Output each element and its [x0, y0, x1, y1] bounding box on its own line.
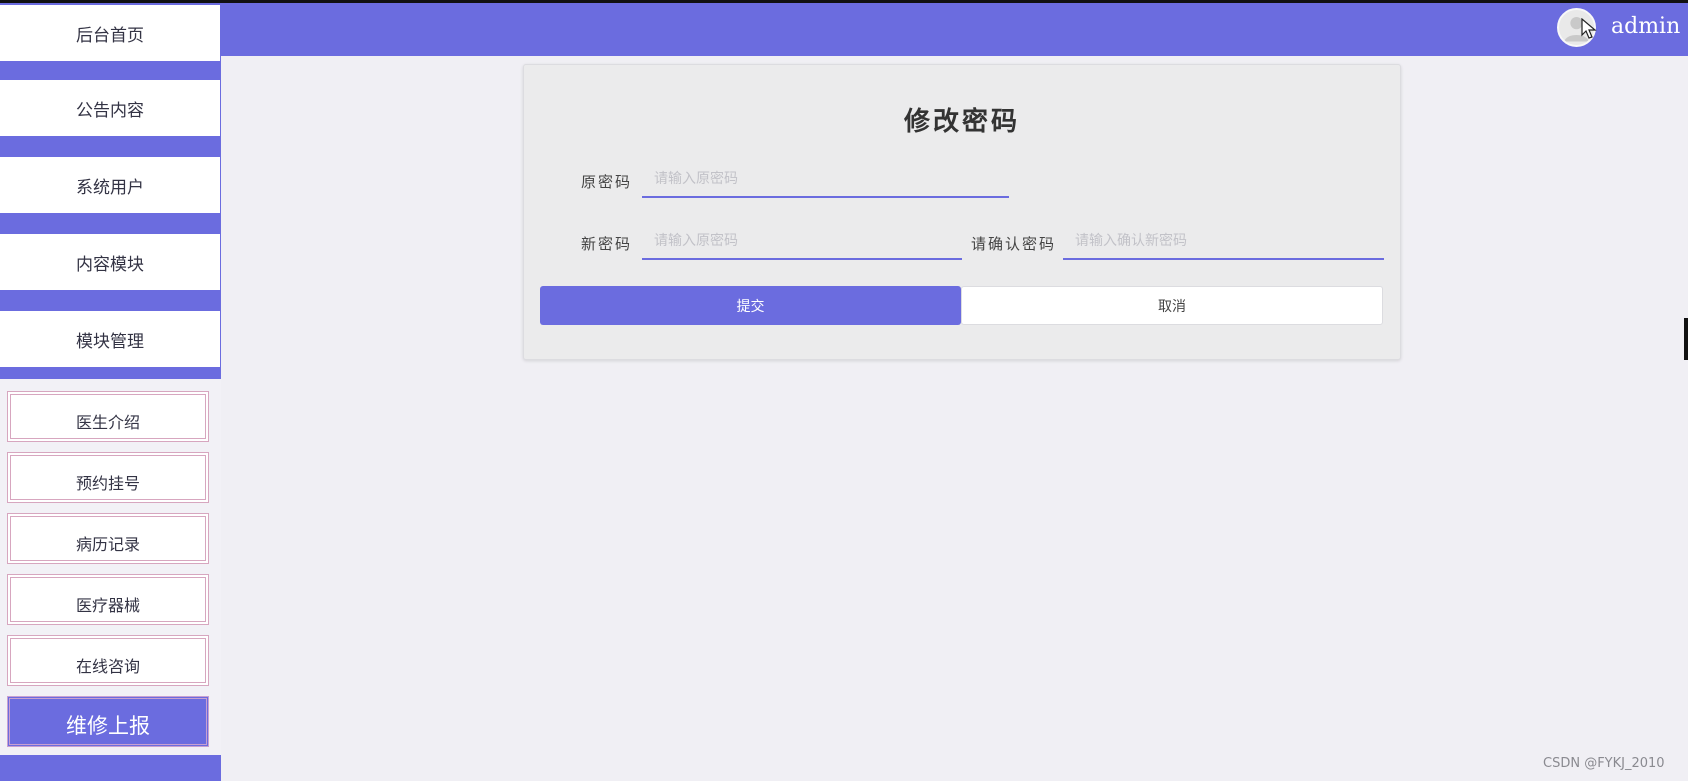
confirm-password-input[interactable] — [1063, 224, 1384, 260]
submenu-item-medical-records[interactable]: 病历记录 — [7, 513, 209, 564]
new-password-input[interactable] — [642, 224, 962, 260]
sidebar-item-home[interactable]: 后台首页 — [0, 5, 220, 61]
old-password-input[interactable] — [642, 162, 1009, 198]
new-password-label: 新密码 — [581, 235, 633, 253]
scrollbar-edge[interactable] — [1684, 318, 1688, 360]
submenu-item-appointment[interactable]: 预约挂号 — [7, 452, 209, 503]
submenu-item-medical-equipment[interactable]: 医疗器械 — [7, 574, 209, 625]
submenu-item-repair-report[interactable]: 维修上报 — [7, 696, 209, 747]
submit-button[interactable]: 提交 — [540, 286, 961, 325]
submenu-item-online-consult[interactable]: 在线咨询 — [7, 635, 209, 686]
confirm-password-label: 请确认密码 — [971, 235, 1057, 253]
sidebar: 后台首页 公告内容 系统用户 内容模块 模块管理 医生介绍 预约挂号 病历记录 … — [0, 3, 221, 781]
sidebar-item-system-users[interactable]: 系统用户 — [0, 157, 220, 213]
old-password-label: 原密码 — [581, 173, 633, 191]
username-label[interactable]: admin — [1611, 14, 1680, 39]
sidebar-submenu: 医生介绍 预约挂号 病历记录 医疗器械 在线咨询 维修上报 — [0, 379, 221, 755]
sidebar-item-announcements[interactable]: 公告内容 — [0, 80, 220, 136]
submenu-item-doctor-intro[interactable]: 医生介绍 — [7, 391, 209, 442]
top-header: admin — [221, 3, 1688, 56]
watermark-text: CSDN @FYKJ_2010 — [1543, 756, 1665, 771]
sidebar-item-content-modules[interactable]: 内容模块 — [0, 234, 220, 290]
cancel-button[interactable]: 取消 — [961, 286, 1383, 325]
change-password-card: 修改密码 原密码 新密码 请确认密码 提交 取消 — [523, 64, 1401, 360]
page-title: 修改密码 — [903, 107, 1020, 137]
sidebar-item-module-management[interactable]: 模块管理 — [0, 311, 220, 367]
mouse-cursor-icon — [1581, 18, 1597, 39]
